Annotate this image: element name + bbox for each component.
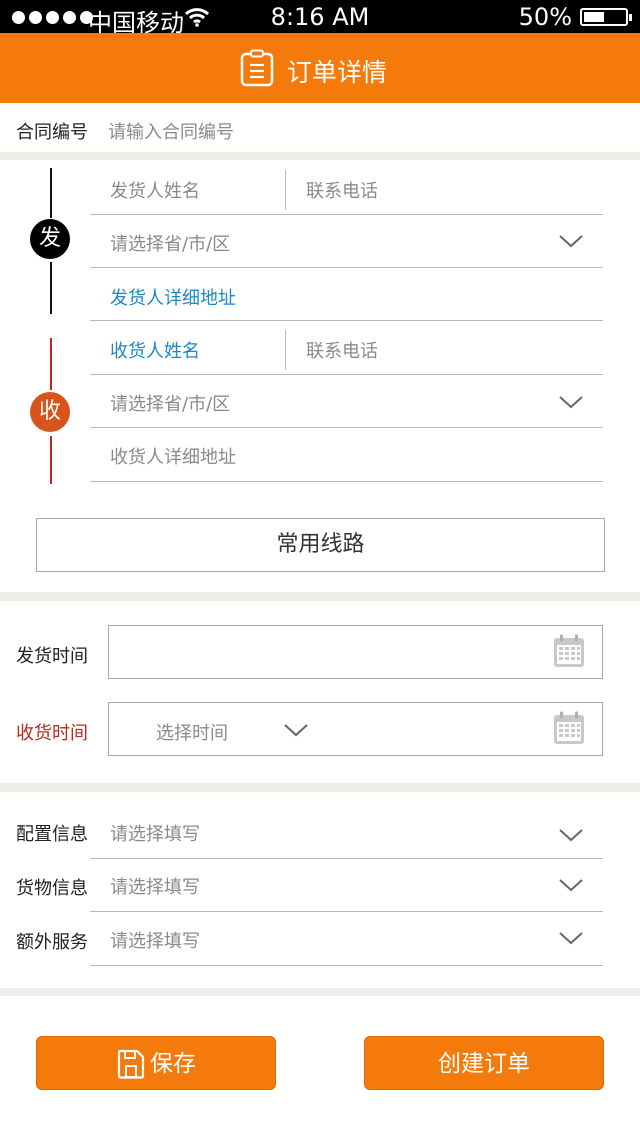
common-route-button[interactable]: 常用线路: [36, 518, 605, 572]
receiver-name-input[interactable]: 收货人姓名: [110, 337, 200, 363]
save-icon: [117, 1049, 145, 1079]
receive-time-placeholder[interactable]: 选择时间: [156, 719, 228, 745]
page-title: 订单详情: [287, 58, 388, 87]
create-order-button[interactable]: 创建订单: [364, 1036, 604, 1090]
section-divider: [0, 988, 640, 996]
chevron-down-icon[interactable]: [558, 234, 584, 249]
sender-badge: 发: [30, 219, 70, 259]
chevron-down-icon[interactable]: [558, 931, 584, 946]
receiver-timeline: [50, 338, 52, 390]
sender-timeline: [50, 168, 52, 218]
divider: [90, 267, 603, 268]
clipboard-icon: [240, 49, 274, 87]
sender-region-select[interactable]: 请选择省/市/区: [110, 230, 230, 256]
chevron-down-icon[interactable]: [558, 828, 584, 843]
receiver-badge: 收: [30, 392, 70, 432]
save-button[interactable]: 保存: [36, 1036, 276, 1090]
calendar-icon[interactable]: [553, 711, 585, 745]
battery-icon: [580, 8, 632, 26]
cargo-info-label: 货物信息: [16, 878, 88, 899]
contract-input[interactable]: 请输入合同编号: [108, 118, 234, 144]
sender-name-input[interactable]: 发货人姓名: [110, 177, 200, 203]
config-info-label: 配置信息: [16, 824, 88, 845]
ship-time-label: 发货时间: [16, 646, 88, 667]
title-bar: 订单详情: [0, 33, 640, 103]
extra-service-select[interactable]: 请选择填写: [110, 927, 200, 953]
sender-phone-input[interactable]: 联系电话: [306, 177, 378, 203]
sender-address-input[interactable]: 发货人详细地址: [110, 284, 236, 310]
chevron-down-icon[interactable]: [283, 723, 309, 738]
config-info-select[interactable]: 请选择填写: [110, 820, 200, 846]
cargo-info-select[interactable]: 请选择填写: [110, 873, 200, 899]
receive-time-label: 收货时间: [16, 723, 88, 744]
divider: [90, 374, 603, 375]
section-divider: [0, 783, 640, 792]
receiver-phone-input[interactable]: 联系电话: [306, 337, 378, 363]
divider: [90, 427, 603, 428]
divider: [285, 170, 286, 210]
divider: [285, 330, 286, 370]
calendar-icon[interactable]: [553, 634, 585, 668]
divider: [90, 965, 603, 966]
divider: [90, 481, 603, 482]
section-divider: [0, 152, 640, 160]
save-label: 保存: [150, 1051, 196, 1077]
receiver-address-input[interactable]: 收货人详细地址: [110, 443, 236, 469]
chevron-down-icon[interactable]: [558, 878, 584, 893]
divider: [90, 214, 603, 215]
sender-timeline-lower: [50, 262, 52, 314]
divider: [90, 320, 603, 321]
status-bar: 中国移动 8:16 AM 50%: [0, 0, 640, 37]
ship-time-input[interactable]: [108, 625, 603, 679]
chevron-down-icon[interactable]: [558, 395, 584, 410]
section-divider: [0, 592, 640, 601]
divider: [90, 858, 603, 859]
divider: [90, 911, 603, 912]
receiver-region-select[interactable]: 请选择省/市/区: [110, 390, 230, 416]
receiver-timeline-lower: [50, 436, 52, 484]
contract-label: 合同编号: [16, 122, 88, 143]
battery-percent: 50%: [518, 3, 572, 31]
extra-service-label: 额外服务: [16, 932, 88, 953]
